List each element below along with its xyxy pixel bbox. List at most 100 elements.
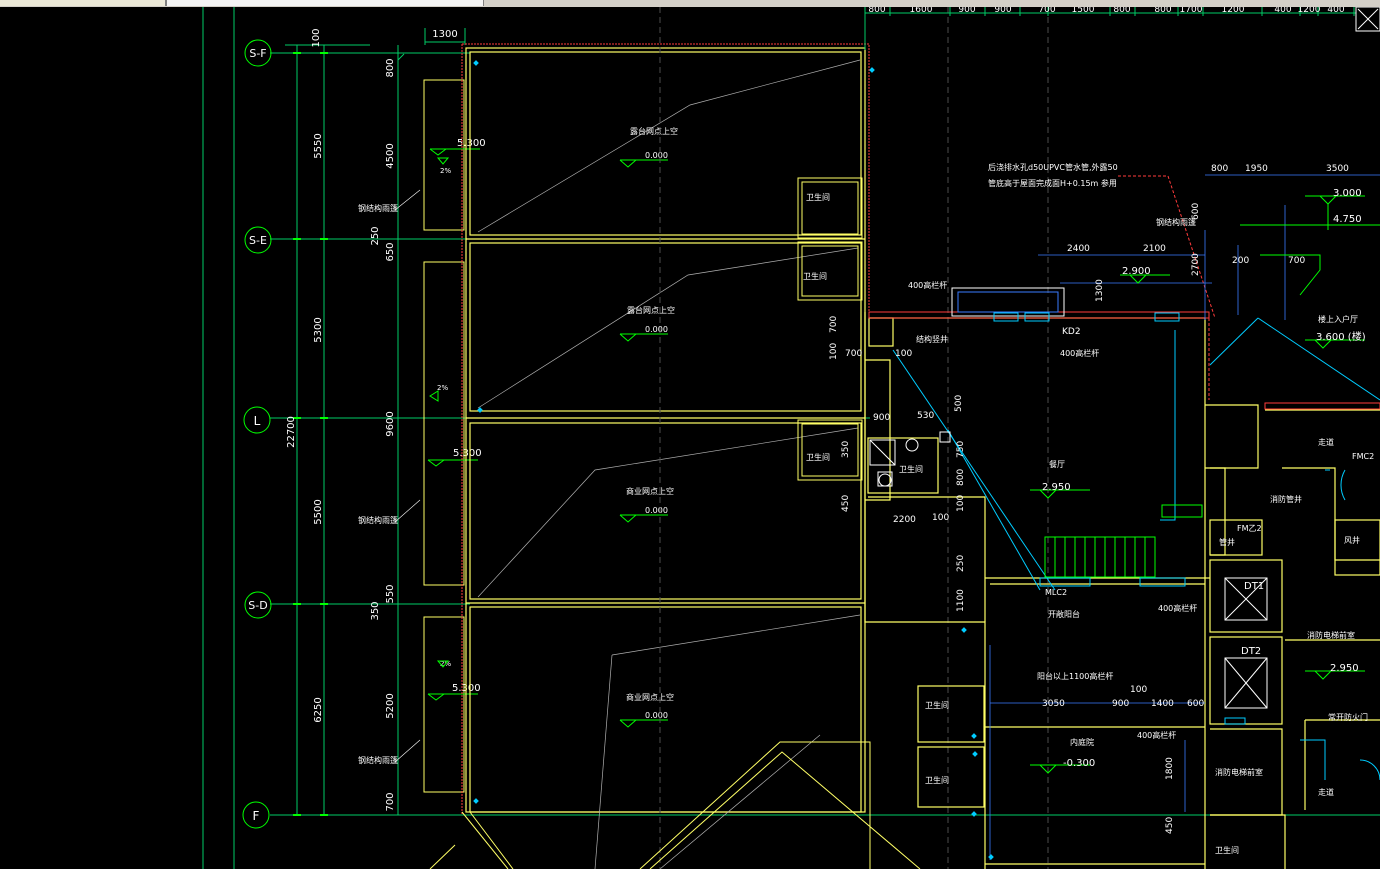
- svg-text:100: 100: [829, 343, 839, 360]
- level-2900: 2.900: [1122, 266, 1151, 277]
- svg-text:F: F: [253, 809, 260, 823]
- living-level: 2.950: [1042, 482, 1071, 493]
- canopy-label-2: 钢结构雨篷: [358, 515, 398, 525]
- slope-markers: 2% 2% 2%: [429, 157, 451, 668]
- svg-text:5.300: 5.300: [453, 448, 482, 459]
- axis-bubble-f[interactable]: F: [242, 801, 270, 829]
- svg-text:900: 900: [958, 7, 975, 15]
- svg-text:700: 700: [1288, 256, 1305, 266]
- svg-text:400: 400: [1327, 7, 1344, 15]
- dt2-label: DT2: [1241, 646, 1261, 657]
- svg-text:800: 800: [868, 7, 885, 15]
- svg-text:1400: 1400: [1151, 699, 1174, 709]
- axis-bubble-sd[interactable]: S-D: [244, 591, 272, 619]
- canopy-label-3: 钢结构雨篷: [358, 755, 398, 765]
- dim-5500: 5500: [313, 499, 324, 524]
- svg-text:600: 600: [1191, 203, 1201, 220]
- note-line-2: 管底高于屋面完成面H+0.15m 参用: [988, 178, 1117, 188]
- axis-bubble-sf[interactable]: S-F: [244, 39, 272, 67]
- fm2-label: FM乙2: [1237, 524, 1262, 533]
- wc-label-7: 卫生间: [1215, 845, 1239, 855]
- svg-text:100: 100: [1130, 685, 1147, 695]
- cad-drawing-canvas[interactable]: S-F S-E L S-D F 22700 5550 5300 5500 625…: [0, 7, 1380, 869]
- svg-text:2100: 2100: [1143, 244, 1166, 254]
- kd2-label: KD2: [1062, 327, 1081, 337]
- svg-text:1700: 1700: [1180, 7, 1203, 15]
- balcony-label: 开敞阳台: [1048, 609, 1080, 619]
- svg-text:700: 700: [829, 316, 839, 333]
- fire-level: 2.950: [1330, 663, 1359, 674]
- dim-5200: 5200: [385, 693, 396, 718]
- hall2-label: 走道: [1318, 787, 1334, 797]
- hall-level: 3.600 (楼): [1316, 330, 1366, 343]
- axis-bubble-l[interactable]: L: [243, 406, 271, 434]
- wc-label-1: 卫生间: [806, 192, 830, 202]
- terrace-2-level: 0.000: [645, 325, 668, 334]
- dim-550: 550: [385, 584, 396, 603]
- dim-700: 700: [385, 792, 396, 811]
- svg-text:400: 400: [1274, 7, 1291, 15]
- wc-label-4: 卫生间: [899, 464, 923, 474]
- canopy-label-1: 钢结构雨篷: [358, 203, 398, 213]
- svg-text:900: 900: [994, 7, 1011, 15]
- rail-400-4: 400高栏杆: [1137, 730, 1176, 740]
- elevator-dt2[interactable]: [1224, 657, 1268, 709]
- roof-level-markers: 5.300 5.300 5.300: [427, 138, 486, 701]
- svg-text:100: 100: [895, 349, 912, 359]
- axis-bubble-se[interactable]: S-E: [244, 226, 272, 254]
- svg-text:900: 900: [873, 413, 890, 423]
- svg-text:2%: 2%: [440, 167, 451, 175]
- svg-text:100: 100: [956, 495, 966, 512]
- svg-text:3500: 3500: [1326, 164, 1349, 174]
- svg-text:1950: 1950: [1245, 164, 1268, 174]
- hallway-label: 走道: [1318, 437, 1334, 447]
- svg-text:250: 250: [956, 555, 966, 572]
- svg-text:L: L: [254, 414, 261, 428]
- dim-1300: 1300: [432, 29, 457, 40]
- wind-label: 风井: [1344, 535, 1360, 545]
- living-label: 餐厅: [1049, 460, 1065, 469]
- level-3000: 3.000: [1333, 188, 1362, 199]
- lower-roof-outline: [429, 741, 921, 869]
- dim-350: 350: [370, 601, 381, 620]
- dim-total: 22700: [286, 416, 297, 448]
- level-4750: 4.750: [1333, 214, 1362, 225]
- svg-text:750: 750: [956, 441, 966, 458]
- svg-text:2400: 2400: [1067, 244, 1090, 254]
- shop-1-level: 0.000: [645, 506, 668, 515]
- canopy2-label: 钢结构雨篷: [1156, 217, 1196, 227]
- wc-label-3: 卫生间: [806, 452, 830, 462]
- svg-text:700: 700: [845, 349, 862, 359]
- dim-800: 800: [385, 58, 396, 77]
- dim-4500: 4500: [385, 143, 396, 168]
- wc-label-5: 卫生间: [925, 700, 949, 710]
- dim-9600: 9600: [385, 411, 396, 436]
- right-block-walls[interactable]: [864, 312, 1380, 869]
- dim-5550: 5550: [313, 133, 324, 158]
- dt1-label: DT1: [1244, 581, 1264, 592]
- svg-text:100: 100: [932, 513, 949, 523]
- tab-strip-left[interactable]: [0, 0, 166, 6]
- grip-markers: [473, 60, 994, 860]
- svg-text:1200: 1200: [1222, 7, 1245, 15]
- top-dimension-row: 800 1600 900 900 700 1500 800 800 1700 1…: [864, 7, 1380, 50]
- shop-2-name: 商业网点上空: [626, 692, 674, 702]
- rail-400-1: 400高栏杆: [1060, 348, 1099, 358]
- svg-text:530: 530: [917, 411, 934, 421]
- hall-name: 楼上入户厅: [1318, 314, 1358, 324]
- svg-text:2700: 2700: [1191, 253, 1201, 276]
- stair[interactable]: [1044, 504, 1203, 578]
- fire-room-label-2: 消防电梯前室: [1307, 630, 1355, 640]
- tab-strip-active[interactable]: [166, 0, 484, 6]
- svg-text:2%: 2%: [437, 384, 448, 392]
- dim-100: 100: [311, 28, 322, 47]
- dim-6250: 6250: [313, 697, 324, 722]
- svg-text:450: 450: [841, 495, 851, 512]
- svg-text:800: 800: [1211, 164, 1228, 174]
- svg-text:1600: 1600: [910, 7, 933, 15]
- wc-label-2: 卫生间: [803, 271, 827, 281]
- svg-text:1800: 1800: [1165, 757, 1175, 780]
- dim-250: 250: [370, 226, 381, 245]
- rail-400-2: 400高栏杆: [908, 280, 947, 290]
- mlc2-label: MLC2: [1045, 588, 1067, 597]
